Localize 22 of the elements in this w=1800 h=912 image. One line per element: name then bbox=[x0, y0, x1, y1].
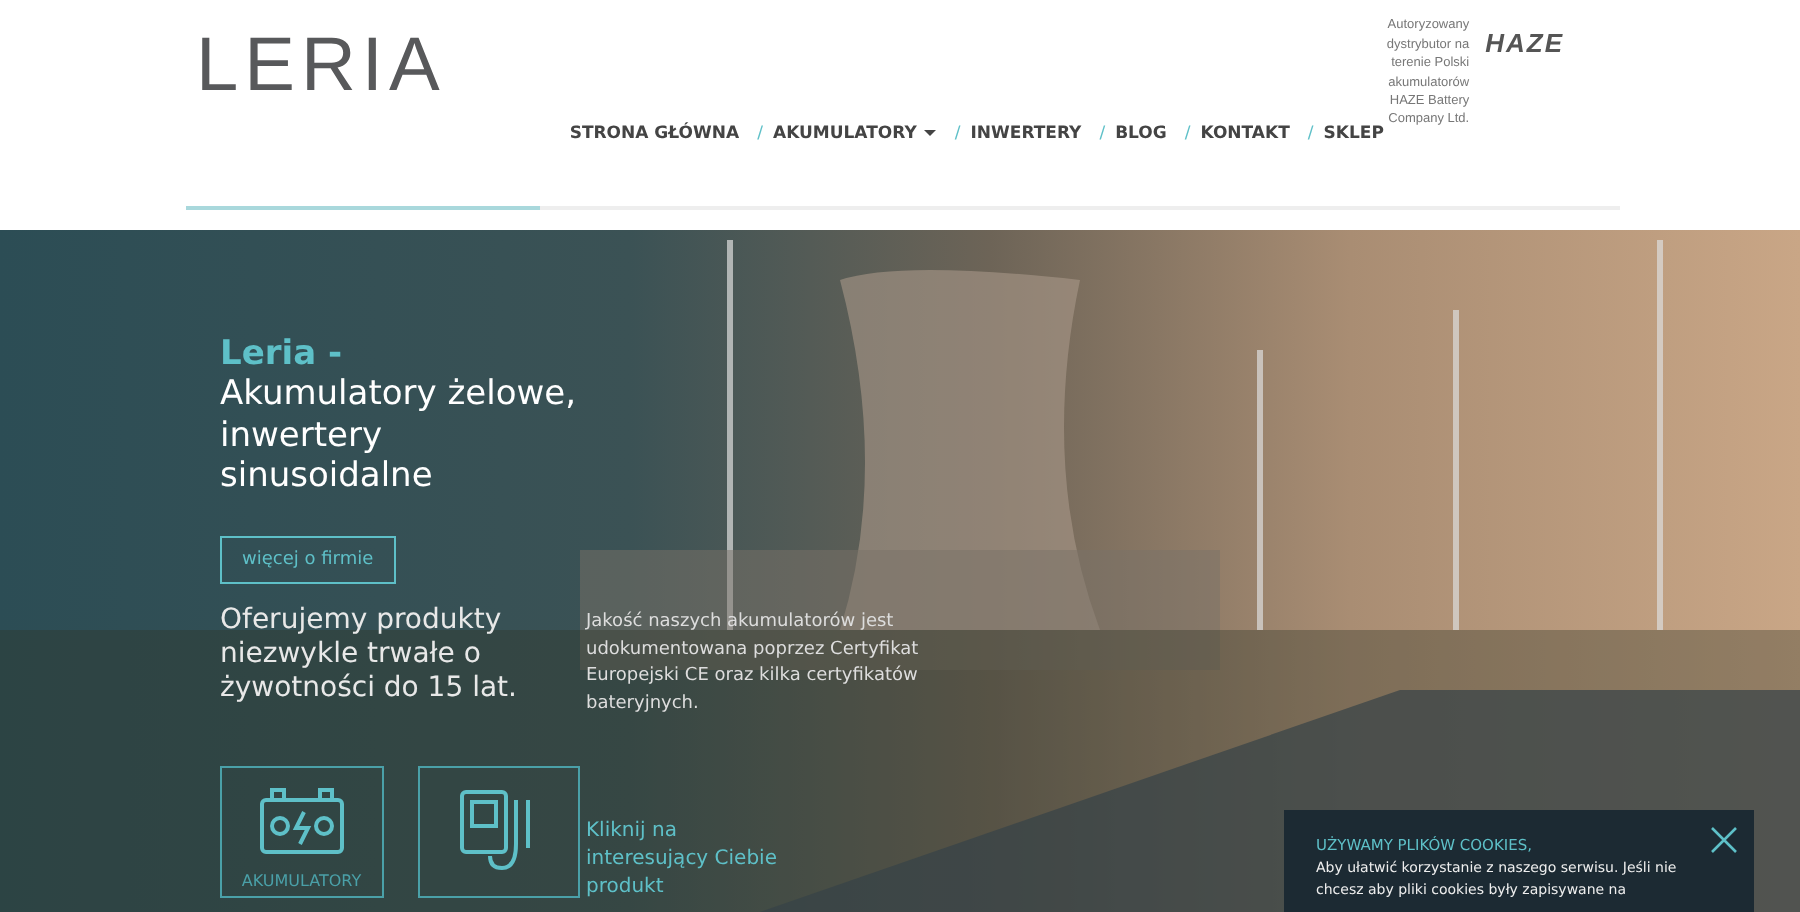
prompt-text: Kliknij na interesujący Ciebie produkt bbox=[586, 818, 779, 902]
hero-tagline: Oferujemy produkty niezwykle trwałe o żywotności do 15 lat. bbox=[220, 604, 519, 706]
nav-link[interactable]: INWERTERY bbox=[970, 123, 1082, 143]
hero-brand: Leria - bbox=[220, 334, 345, 374]
nav-link[interactable]: AKUMULATORY bbox=[772, 123, 937, 143]
partner-logo: HAZE bbox=[1485, 28, 1564, 58]
nav-separator: / bbox=[1099, 123, 1106, 143]
nav-link[interactable]: BLOG bbox=[1115, 123, 1167, 143]
nav-link[interactable]: SKLEP bbox=[1323, 123, 1384, 143]
hero-headline: Akumulatory żelowe, inwertery sinusoidalne bbox=[220, 374, 578, 499]
close-icon[interactable] bbox=[1710, 824, 1738, 852]
nav-separator: / bbox=[1184, 123, 1191, 143]
nav-link[interactable]: KONTAKT bbox=[1200, 123, 1290, 143]
quality-text: Jakość naszych akumulatorów jest udokumentowana poprzez Certyfikat Europejski CE oraz kilka certyfikatów bateryjnych. bbox=[586, 610, 921, 717]
logo[interactable]: LERIA bbox=[196, 24, 446, 110]
product-tile[interactable] bbox=[417, 765, 580, 898]
nav-separator: / bbox=[954, 123, 961, 143]
nav-link[interactable]: STRONA GŁÓWNA bbox=[569, 123, 740, 143]
nav-separator: / bbox=[1307, 123, 1314, 143]
more-button[interactable]: więcej o firmie bbox=[220, 536, 396, 585]
caret-icon bbox=[924, 130, 937, 136]
nav-separator: / bbox=[757, 123, 763, 143]
